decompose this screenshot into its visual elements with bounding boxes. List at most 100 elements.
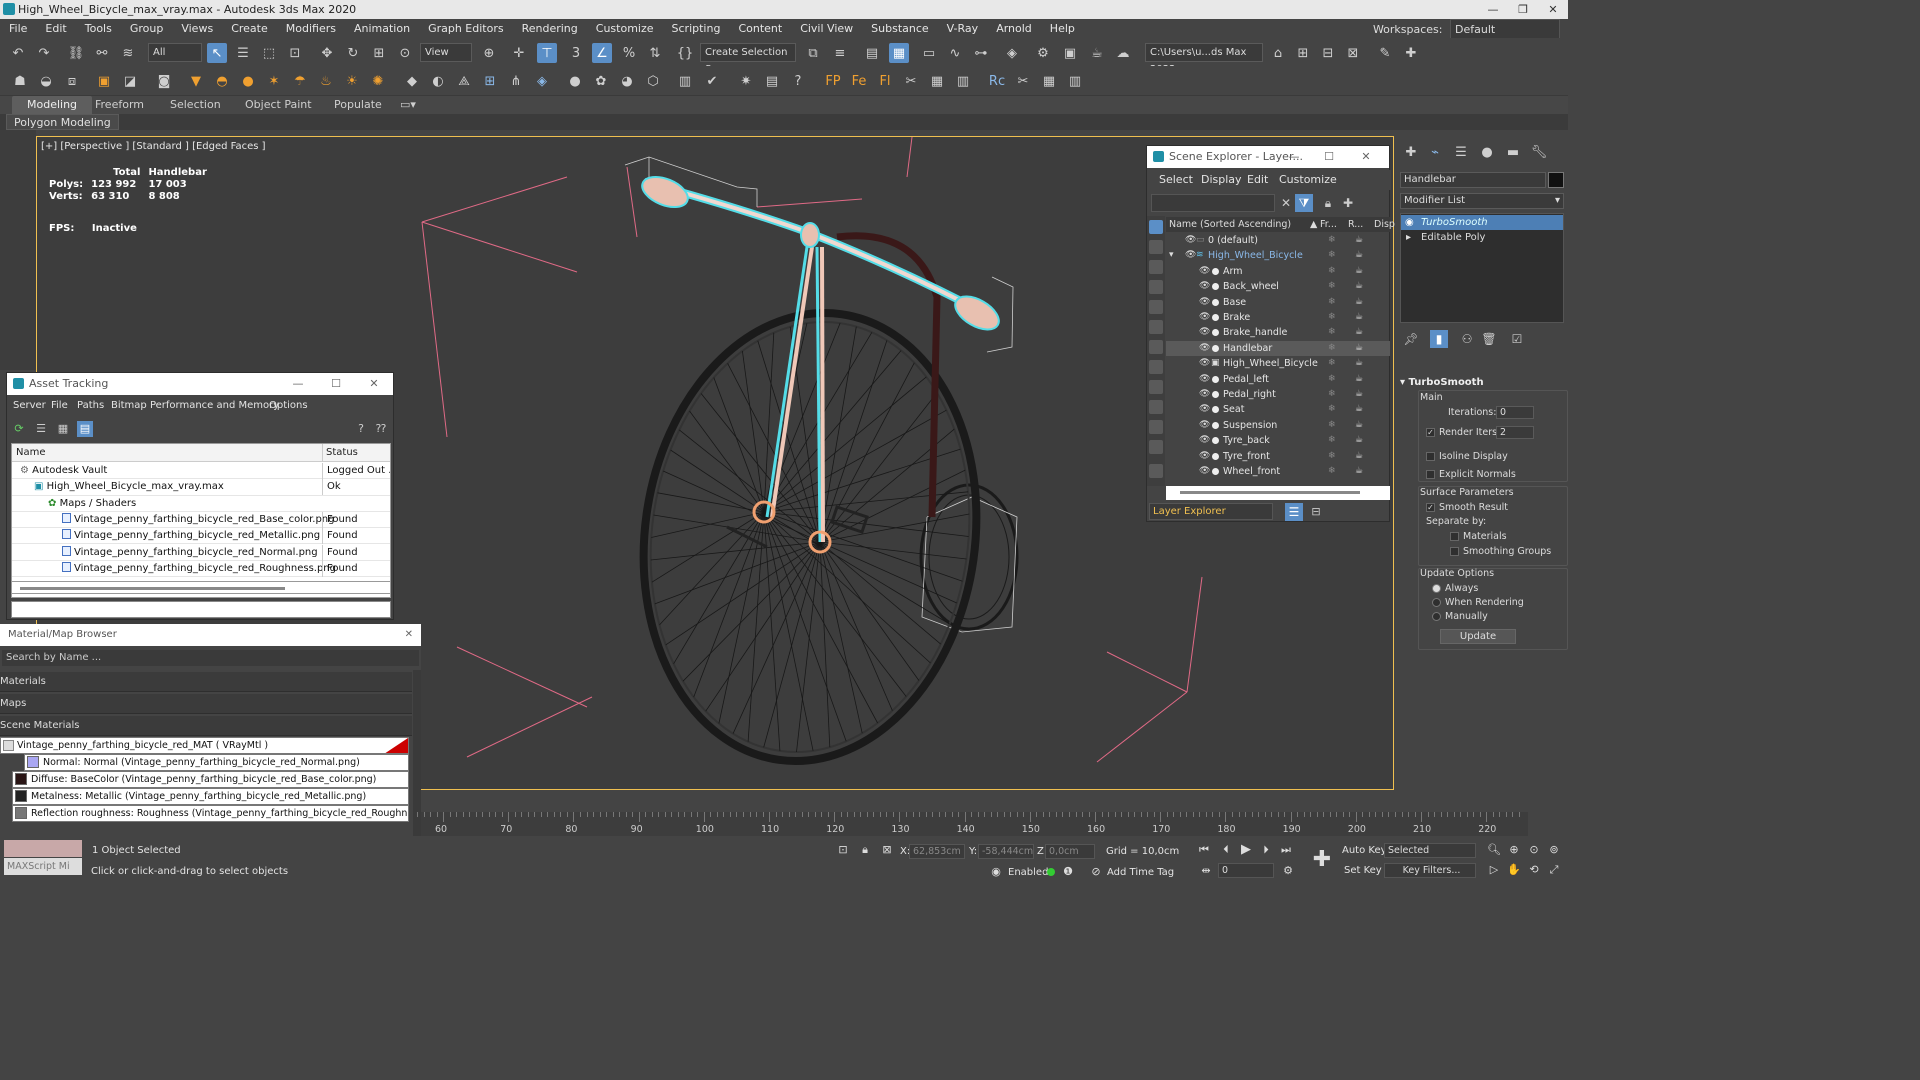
renderable-icon[interactable]: ☕ — [1355, 279, 1363, 294]
freeze-icon[interactable]: ❄ — [1328, 325, 1336, 340]
material-override-icon[interactable]: ◕ — [617, 71, 637, 91]
infinite-plane-icon[interactable]: ⟁ — [454, 71, 474, 91]
menu-substance[interactable]: Substance — [862, 19, 938, 38]
renderable-icon[interactable]: ☕ — [1355, 295, 1363, 310]
renderable-icon[interactable]: ☕ — [1355, 372, 1363, 387]
scene-explorer-hscroll[interactable] — [1166, 486, 1390, 500]
smoothing-groups-checkbox[interactable] — [1450, 547, 1459, 556]
minimize-icon[interactable]: — — [283, 373, 313, 395]
eye-icon[interactable]: ◉ — [1405, 215, 1414, 230]
render-setup-icon[interactable]: ⚙ — [1033, 43, 1053, 63]
display-xrefs-icon[interactable] — [1149, 380, 1163, 394]
display-spacewarps-icon[interactable] — [1149, 340, 1163, 354]
menu-civil-view[interactable]: Civil View — [791, 19, 862, 38]
always-radio[interactable] — [1432, 584, 1441, 593]
plane-icon[interactable]: ◐ — [428, 71, 448, 91]
selection-lock-icon[interactable]: 🔒︎ — [857, 842, 873, 858]
time-config-icon[interactable]: ⚙ — [1280, 863, 1296, 879]
freeze-icon[interactable]: ❄ — [1328, 464, 1336, 479]
freeze-icon[interactable]: ❄ — [1328, 372, 1336, 387]
material-browser-titlebar[interactable]: Material/Map Browser ✕ — [0, 624, 421, 646]
previous-frame-icon[interactable]: ⏴ — [1218, 842, 1234, 858]
angle-snap-icon[interactable]: ∠ — [592, 43, 612, 63]
menu-animation[interactable]: Animation — [345, 19, 419, 38]
info-icon[interactable]: ❶ — [1060, 864, 1076, 880]
pin-stack-icon[interactable]: 📌︎ — [1402, 330, 1420, 348]
renderable-icon[interactable]: ☕ — [1355, 418, 1363, 433]
manually-radio[interactable] — [1432, 612, 1441, 621]
freeze-icon[interactable]: ❄ — [1328, 433, 1336, 448]
help-query-icon[interactable]: ⁇ — [373, 421, 389, 437]
menu-scripting[interactable]: Scripting — [663, 19, 730, 38]
menu-views[interactable]: Views — [172, 19, 222, 38]
scene-row[interactable]: 👁︎ Handlebar ❄ ☕ — [1166, 340, 1390, 357]
go-to-start-icon[interactable]: ⏮ — [1196, 842, 1212, 858]
percent-snap-icon[interactable]: % — [619, 43, 639, 63]
set-key-icon[interactable]: ✚ — [1308, 846, 1336, 874]
menu-bitmap-performance[interactable]: Bitmap Performance and Memory — [111, 396, 279, 416]
scene-row[interactable]: 👁︎ Pedal_right ❄ ☕ — [1166, 387, 1390, 402]
display-hidden-icon[interactable] — [1149, 464, 1163, 478]
sphere-light-icon[interactable]: ● — [238, 71, 258, 91]
renderable-icon[interactable]: ☕ — [1355, 264, 1363, 279]
display-all-icon[interactable] — [1149, 220, 1163, 234]
display-shapes-icon[interactable] — [1149, 260, 1163, 274]
menu-file[interactable]: File — [0, 19, 36, 38]
scene-material-row[interactable]: Vintage_penny_farthing_bicycle_red_MAT (… — [0, 737, 409, 754]
properties-icon[interactable]: ▤ — [762, 71, 782, 91]
visibility-eye-icon[interactable]: 👁︎ — [1199, 264, 1210, 279]
scene-search-input[interactable] — [1151, 194, 1275, 212]
placement-icon[interactable]: ⊙ — [395, 43, 415, 63]
visibility-eye-icon[interactable]: 👁︎ — [1199, 325, 1210, 340]
unlink-icon[interactable]: ⚯ — [92, 43, 112, 63]
object-name-field[interactable]: Handlebar — [1400, 172, 1546, 188]
renderable-icon[interactable]: ☕ — [1355, 248, 1363, 263]
rc-panel-icon[interactable]: ▥ — [1065, 71, 1085, 91]
scale-icon[interactable]: ⊞ — [369, 43, 389, 63]
isoline-checkbox[interactable] — [1426, 452, 1435, 461]
set-key-button[interactable]: Set Key — [1344, 865, 1382, 876]
visibility-eye-icon[interactable]: 👁︎ — [1185, 233, 1196, 248]
asset-row[interactable]: Vintage_penny_farthing_bicycle_red_Metal… — [12, 528, 390, 545]
align-icon[interactable]: ≡ — [830, 43, 850, 63]
hierarchy-tab-icon[interactable]: ☰ — [1450, 142, 1472, 164]
grid-tool-icon[interactable]: ▦ — [927, 71, 947, 91]
menu-options[interactable]: Options — [269, 396, 308, 416]
asset-row[interactable]: ⚙ Autodesk Vault Logged Out ... — [12, 463, 390, 480]
expand-arrow-icon[interactable]: ▾ — [1169, 248, 1174, 263]
menu-customize[interactable]: Customize — [587, 19, 663, 38]
display-frozen-icon[interactable] — [1149, 440, 1163, 454]
brush-icon[interactable]: ✎ — [1375, 43, 1395, 63]
visibility-eye-icon[interactable]: 👁︎ — [1199, 449, 1210, 464]
dome-light-icon[interactable]: ◓ — [212, 71, 232, 91]
layer-mode-icon[interactable]: ☰ — [1285, 503, 1303, 521]
selection-filter-dropdown[interactable]: All — [148, 43, 202, 62]
table-view-icon[interactable]: ▦ — [55, 421, 71, 437]
maximize-icon[interactable]: ❐ — [1508, 0, 1538, 19]
asset-row[interactable]: Vintage_penny_farthing_bicycle_red_Norma… — [12, 544, 390, 561]
display-containers-icon[interactable] — [1149, 420, 1163, 434]
vfb-icon[interactable]: ▥ — [675, 71, 695, 91]
freeze-icon[interactable]: ❄ — [1328, 279, 1336, 294]
scene-row[interactable]: 👁︎ Wheel_front ❄ ☕ — [1166, 464, 1390, 479]
close-icon[interactable]: ✕ — [1351, 146, 1381, 168]
maximize-icon[interactable]: ☐ — [1314, 146, 1344, 168]
snaps-toggle-icon[interactable]: 3 — [566, 43, 586, 63]
renderable-icon[interactable]: ☕ — [1355, 356, 1363, 371]
reference-coord-dropdown[interactable]: View — [420, 43, 472, 62]
next-frame-icon[interactable]: ⏵ — [1258, 842, 1274, 858]
hierarchy-mode-icon[interactable]: ⊟ — [1307, 503, 1325, 521]
visibility-eye-icon[interactable]: 👁︎ — [1199, 356, 1210, 371]
map-row-diffuse[interactable]: Diffuse: BaseColor (Vintage_penny_farthi… — [12, 771, 409, 788]
tab-object-paint[interactable]: Object Paint — [245, 96, 312, 114]
section-maps[interactable]: Maps — [0, 694, 412, 714]
visibility-eye-icon[interactable]: 👁︎ — [1185, 248, 1196, 263]
col-name[interactable]: Name — [16, 444, 46, 462]
schematic-view-icon[interactable]: ⊶ — [971, 43, 991, 63]
menu-customize[interactable]: Customize — [1279, 170, 1337, 190]
freeze-icon[interactable]: ❄ — [1328, 295, 1336, 310]
forest-edit-icon[interactable]: Fe — [849, 71, 869, 91]
filter-icon[interactable]: ⧩ — [1295, 194, 1313, 212]
help-icon[interactable]: ? — [788, 71, 808, 91]
pivot-center-icon[interactable]: ⊕ — [479, 43, 499, 63]
